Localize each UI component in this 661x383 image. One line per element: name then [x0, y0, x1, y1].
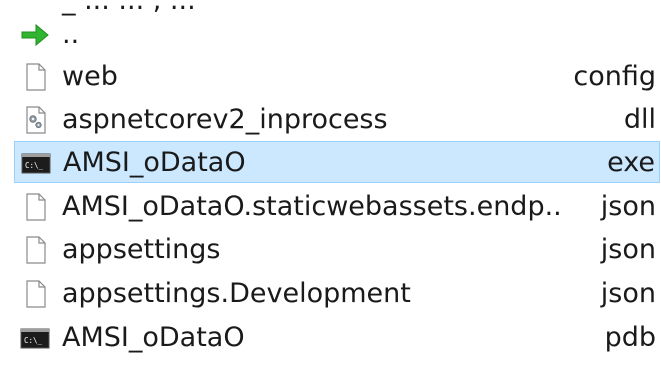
- console-app-icon: C:\_: [21, 148, 51, 178]
- file-extension: json: [600, 278, 656, 309]
- file-extension: json: [600, 191, 656, 222]
- svg-text:C:\_: C:\_: [25, 161, 44, 170]
- file-list: _ ... ... , ... .. web config aspnetcore…: [0, 0, 661, 383]
- file-extension: config: [573, 61, 656, 92]
- generic-file-icon: [20, 192, 50, 222]
- svg-text:C:\_: C:\_: [24, 336, 43, 345]
- green-up-arrow-icon: [20, 20, 50, 50]
- file-extension: pdb: [604, 322, 656, 353]
- file-extension: json: [600, 234, 656, 265]
- file-name: appsettings: [62, 234, 221, 265]
- list-item-amsi-odatao-pdb[interactable]: C:\_ AMSI_oDataO pdb: [14, 317, 660, 359]
- list-item-web-config[interactable]: web config: [14, 56, 660, 98]
- file-name: ..: [62, 19, 80, 50]
- list-item-appsettings-json[interactable]: appsettings json: [14, 229, 660, 271]
- dll-gears-file-icon: [20, 105, 50, 135]
- file-name: AMSI_oDataO: [63, 147, 246, 178]
- generic-file-icon: [20, 235, 50, 265]
- file-name: AMSI_oDataO.staticwebassets.endp..: [62, 191, 562, 222]
- list-item-parent-directory[interactable]: ..: [14, 14, 660, 56]
- list-item-staticwebassets-json[interactable]: AMSI_oDataO.staticwebassets.endp.. json: [14, 186, 660, 228]
- generic-file-icon: [20, 62, 50, 92]
- file-extension: exe: [607, 147, 655, 178]
- file-name: appsettings.Development: [62, 278, 411, 309]
- list-item-aspnetcorev2-inprocess-dll[interactable]: aspnetcorev2_inprocess dll: [14, 99, 660, 141]
- file-name: aspnetcorev2_inprocess: [62, 104, 388, 135]
- file-name: AMSI_oDataO: [62, 322, 245, 353]
- list-item-amsi-odatao-exe[interactable]: C:\_ AMSI_oDataO exe: [14, 141, 660, 183]
- file-name: web: [62, 61, 118, 92]
- console-app-icon: C:\_: [20, 323, 50, 353]
- file-extension: dll: [623, 104, 656, 135]
- generic-file-icon: [20, 279, 50, 309]
- list-item-appsettings-development-json[interactable]: appsettings.Development json: [14, 273, 660, 315]
